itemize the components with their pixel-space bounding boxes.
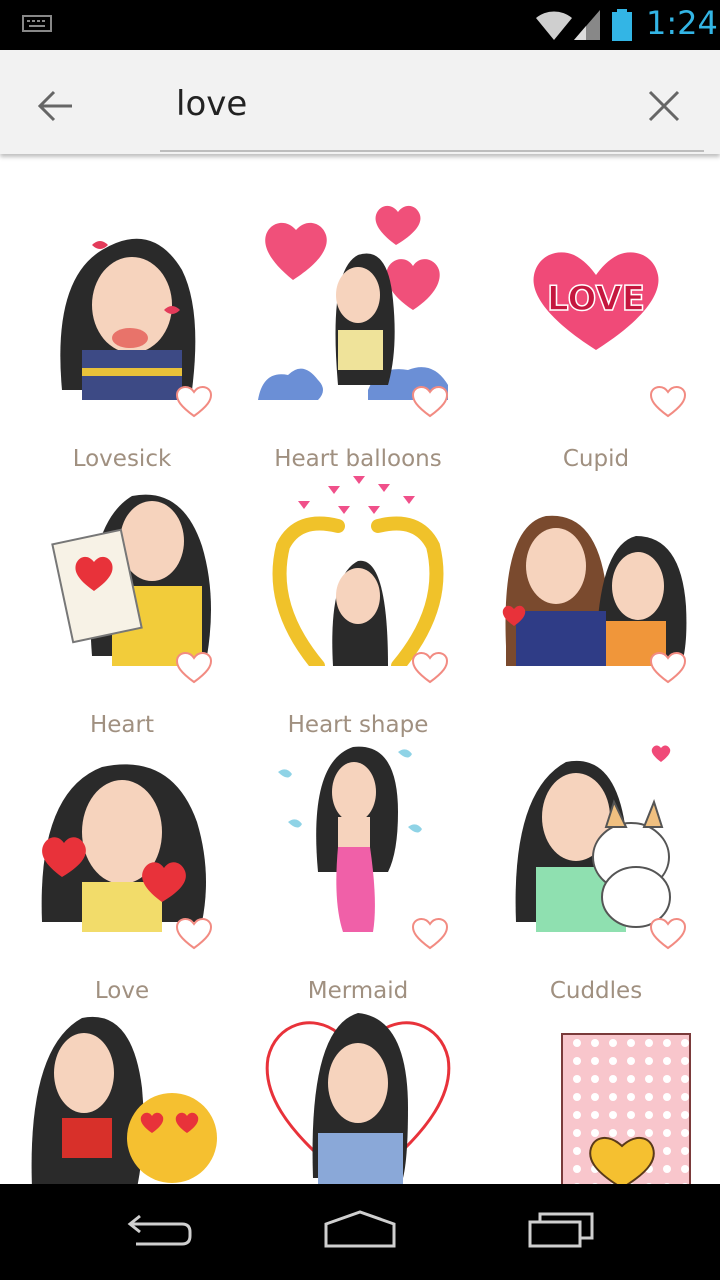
- sticker-image: LOVE: [496, 200, 696, 400]
- keyboard-icon: [22, 14, 52, 38]
- sticker-tile-love[interactable]: Love: [22, 732, 222, 1004]
- sticker-tile-cupid[interactable]: LOVE Cupid: [496, 200, 696, 472]
- favorite-heart-icon[interactable]: [175, 651, 213, 688]
- sticker-image: [496, 732, 696, 932]
- favorite-heart-icon[interactable]: [649, 385, 687, 422]
- sticker-image: [258, 200, 458, 400]
- sticker-tile-lovesick[interactable]: Lovesick: [22, 200, 222, 472]
- sticker-badge-text: LOVE: [547, 279, 645, 319]
- search-input[interactable]: love: [176, 84, 247, 124]
- sticker-tile-mermaid[interactable]: Mermaid: [258, 732, 458, 1004]
- sticker-image: [22, 466, 222, 666]
- sticker-tile-love-card[interactable]: [496, 998, 696, 1184]
- sticker-tile-heart-eyes[interactable]: [22, 998, 222, 1184]
- sticker-tile-heart-balloons[interactable]: Heart balloons: [258, 200, 458, 472]
- favorite-heart-icon[interactable]: [175, 385, 213, 422]
- clock: 1:24: [646, 4, 718, 42]
- wifi-icon: [534, 8, 574, 46]
- signal-icon: [572, 8, 602, 46]
- search-underline: [160, 150, 704, 152]
- sticker-image: [258, 466, 458, 666]
- sticker-image: [496, 998, 696, 1184]
- navigation-bar: [0, 1184, 720, 1280]
- sticker-image: [258, 998, 458, 1184]
- status-bar: 1:24: [0, 0, 720, 50]
- favorite-heart-icon[interactable]: [649, 651, 687, 688]
- favorite-heart-icon[interactable]: [649, 917, 687, 954]
- favorite-heart-icon[interactable]: [411, 651, 449, 688]
- clear-search-icon[interactable]: [646, 88, 682, 128]
- sticker-image: [22, 998, 222, 1184]
- sticker-image: [258, 732, 458, 932]
- sticker-tile-couple[interactable]: [496, 466, 696, 706]
- sticker-tile-love-you[interactable]: [258, 998, 458, 1184]
- sticker-image: [496, 466, 696, 666]
- sticker-image: [22, 732, 222, 932]
- sticker-tile-heart[interactable]: Heart: [22, 466, 222, 738]
- battery-icon: [610, 8, 634, 46]
- recent-apps-icon[interactable]: [526, 1208, 596, 1252]
- favorite-heart-icon[interactable]: [411, 917, 449, 954]
- home-nav-icon[interactable]: [322, 1208, 398, 1252]
- search-bar: love: [0, 50, 720, 154]
- sticker-tile-cuddles[interactable]: Cuddles: [496, 732, 696, 1004]
- sticker-tile-heart-shape[interactable]: Heart shape: [258, 466, 458, 738]
- favorite-heart-icon[interactable]: [175, 917, 213, 954]
- back-arrow-icon[interactable]: [36, 86, 76, 130]
- sticker-image: [22, 200, 222, 400]
- sticker-grid: Lovesick Heart balloons LOVE Cupid Heart…: [0, 160, 720, 1184]
- favorite-heart-icon[interactable]: [411, 385, 449, 422]
- back-nav-icon[interactable]: [126, 1208, 194, 1252]
